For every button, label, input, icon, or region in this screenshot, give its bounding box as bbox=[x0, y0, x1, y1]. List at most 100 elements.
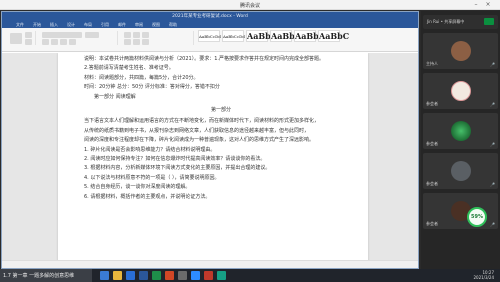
taskbar-running-app[interactable]: 1.7 第一章 一题多解的创意思维 bbox=[0, 269, 92, 282]
menu-home[interactable]: 开始 bbox=[33, 22, 41, 28]
participant-name: 参会者 bbox=[426, 101, 438, 106]
menu-layout[interactable]: 布局 bbox=[84, 22, 92, 28]
windows-taskbar: 1.7 第一章 一题多解的创意思维 10:27 2021/3/24 bbox=[0, 269, 500, 282]
numbering-icon[interactable] bbox=[133, 32, 140, 38]
font-name-select[interactable] bbox=[42, 32, 82, 38]
clipboard-group bbox=[6, 31, 36, 45]
participant-name: 主持人 bbox=[426, 61, 438, 66]
align-left-icon[interactable] bbox=[124, 39, 131, 45]
doc-line: 当下语言文本人们理解和运用语言的方式在不断地变化，而在新媒体时代下，阅读材料的形… bbox=[84, 118, 320, 125]
mic-icon: 🎤 bbox=[490, 182, 495, 187]
powerpoint-icon[interactable] bbox=[165, 271, 174, 280]
word-window-title: 2021年某专业考研复试.docx - Word bbox=[172, 14, 248, 19]
network-quality-badge[interactable]: 59% bbox=[467, 207, 487, 227]
word-ribbon: AaBbCcDd AaBbCcDd AaBbl AaBbC AaBbC AaBb… bbox=[2, 28, 418, 52]
participant-panel: Jin Rui • 共享屏幕中 主持人 🎤 参会者 🎤 参会者 🎤 参会者 🎤 … bbox=[421, 11, 500, 269]
sharing-status-text: Jin Rui • 共享屏幕中 bbox=[427, 19, 465, 24]
mic-icon: 🎤 bbox=[490, 142, 495, 147]
meeting-titlebar: 腾讯会议 – × bbox=[0, 0, 500, 10]
participant-tile-3[interactable]: 参会者 🎤 bbox=[423, 113, 498, 149]
doc-line: 说明：本试卷共计两篇材料供阅读与分析（2021）。要求：1.严格按要求作答并在规… bbox=[84, 56, 325, 62]
mic-icon: 🎤 bbox=[490, 222, 495, 227]
bullets-icon[interactable] bbox=[124, 32, 131, 38]
word-titlebar: 2021年某专业考研复试.docx - Word bbox=[2, 12, 418, 21]
section-heading: 第一部分 bbox=[210, 107, 231, 114]
search-icon[interactable] bbox=[100, 271, 109, 280]
avatar bbox=[451, 81, 471, 101]
participant-tile-5[interactable]: 参会者 🎤 bbox=[423, 193, 498, 229]
app-icon[interactable] bbox=[204, 271, 213, 280]
underline-icon[interactable] bbox=[60, 39, 67, 45]
document-page[interactable]: 说明：本试卷共计两篇材料供阅读与分析（2021）。要求：1.严格按要求作答并在规… bbox=[58, 53, 368, 260]
doc-line: 从传统的纸质书籍到电子书，从报刊杂志到网络文章，人们获取信息的途径越来越丰富，但… bbox=[84, 127, 310, 134]
meeting-app-icon[interactable] bbox=[152, 271, 161, 280]
participant-tile-2[interactable]: 参会者 🎤 bbox=[423, 73, 498, 109]
doc-line: 时间：20分钟 总分：50分 评分标准：答对得分，答错不扣分 bbox=[84, 84, 220, 91]
app-icon[interactable] bbox=[178, 271, 187, 280]
doc-line: 6. 请根据材料，概括作者的主要观点，并说明论证方法。 bbox=[84, 193, 211, 200]
shared-word-window: 2021年某专业考研复试.docx - Word 文件 开始 插入 设计 布局 … bbox=[1, 11, 419, 269]
word-status-bar bbox=[2, 260, 418, 268]
meeting-title: 腾讯会议 bbox=[239, 3, 260, 9]
close-icon[interactable]: × bbox=[484, 1, 492, 8]
sharing-status-bar: Jin Rui • 共享屏幕中 bbox=[423, 15, 498, 29]
doc-line: 5. 结合自身经历，谈一谈你对深度阅读的理解。 bbox=[84, 184, 191, 191]
cut-icon[interactable] bbox=[25, 32, 32, 38]
avatar bbox=[451, 41, 471, 61]
doc-line: 2. 阅读时应如何保持专注？如何在信息爆炸时代提高阅读效率？请谈谈你的看法。 bbox=[84, 156, 266, 163]
browser-icon[interactable] bbox=[126, 271, 135, 280]
style-subtitle[interactable]: AaBbC bbox=[318, 30, 349, 42]
participant-name: 参会者 bbox=[426, 221, 438, 226]
font-size-select[interactable] bbox=[85, 32, 99, 38]
bold-icon[interactable] bbox=[42, 39, 49, 45]
avatar bbox=[451, 161, 471, 181]
screen-share-icon[interactable] bbox=[484, 18, 494, 25]
menu-review[interactable]: 审阅 bbox=[135, 22, 143, 28]
doc-line: 1. 碎片化阅读是否会影响思维能力？请结合材料说明理由。 bbox=[84, 146, 216, 153]
doc-line: 3. 根据材料内容，分析新媒体环境下阅读方式变化的主要原因，并提出合理的建议。 bbox=[84, 165, 271, 172]
taskbar-running-label: 1.7 第一章 一题多解的创意思维 bbox=[3, 273, 75, 279]
menu-mailings[interactable]: 邮件 bbox=[118, 22, 126, 28]
align-right-icon[interactable] bbox=[142, 39, 149, 45]
style-heading-2[interactable]: AaBbC bbox=[270, 30, 301, 42]
italic-icon[interactable] bbox=[51, 39, 58, 45]
clock-date: 2021/3/24 bbox=[473, 275, 494, 280]
participant-name: 参会者 bbox=[426, 141, 438, 146]
indent-icon[interactable] bbox=[142, 32, 149, 38]
document-area[interactable]: 说明：本试卷共计两篇材料供阅读与分析（2021）。要求：1.严格按要求作答并在规… bbox=[2, 53, 418, 260]
font-color-icon[interactable] bbox=[69, 39, 76, 45]
menu-file[interactable]: 文件 bbox=[16, 22, 24, 28]
clock[interactable]: 10:27 2021/3/24 bbox=[473, 270, 494, 280]
paste-icon[interactable] bbox=[10, 33, 22, 44]
paragraph-group bbox=[122, 31, 194, 45]
minimize-icon[interactable]: – bbox=[472, 1, 480, 8]
style-normal[interactable]: AaBbCcDd bbox=[198, 30, 221, 42]
app-icon[interactable] bbox=[217, 271, 226, 280]
doc-line: 4. 以下说法与材料原意不符的一项是（ ），请简要说明原因。 bbox=[84, 174, 220, 181]
style-heading-1[interactable]: AaBbl bbox=[246, 30, 274, 42]
folder-icon[interactable] bbox=[113, 271, 122, 280]
participant-tile-1[interactable]: 主持人 🎤 bbox=[423, 33, 498, 69]
styles-gallery: AaBbCcDd AaBbCcDd AaBbl AaBbC AaBbC AaBb… bbox=[198, 30, 349, 42]
copy-icon[interactable] bbox=[25, 39, 32, 45]
mic-icon: 🎤 bbox=[490, 62, 495, 67]
word-icon[interactable] bbox=[139, 271, 148, 280]
avatar bbox=[451, 121, 471, 141]
doc-line: 阅读的深度和专注程度却在下降，碎片化阅读成为一种普遍现象，这对人们的思维方式产生… bbox=[84, 137, 315, 144]
participant-tile-4[interactable]: 参会者 🎤 bbox=[423, 153, 498, 189]
participant-name: 参会者 bbox=[426, 181, 438, 186]
menu-help[interactable]: 帮助 bbox=[169, 22, 177, 28]
doc-line: 材料：阅读题部分，共四篇，每篇5分，合计20分。 bbox=[84, 74, 199, 81]
doc-line: 2.答题前请写清楚考生姓名、准考证号。 bbox=[84, 65, 174, 72]
app-icon[interactable] bbox=[191, 271, 200, 280]
font-group bbox=[40, 31, 118, 45]
menu-design[interactable]: 设计 bbox=[67, 22, 75, 28]
align-center-icon[interactable] bbox=[133, 39, 140, 45]
mic-icon: 🎤 bbox=[490, 102, 495, 107]
doc-line: 第一部分 阅读理解 bbox=[94, 93, 136, 100]
style-title[interactable]: AaBbC bbox=[294, 30, 325, 42]
menu-view[interactable]: 视图 bbox=[152, 22, 160, 28]
style-no-spacing[interactable]: AaBbCcDd bbox=[222, 30, 245, 42]
menu-references[interactable]: 引用 bbox=[101, 22, 109, 28]
menu-insert[interactable]: 插入 bbox=[50, 22, 58, 28]
